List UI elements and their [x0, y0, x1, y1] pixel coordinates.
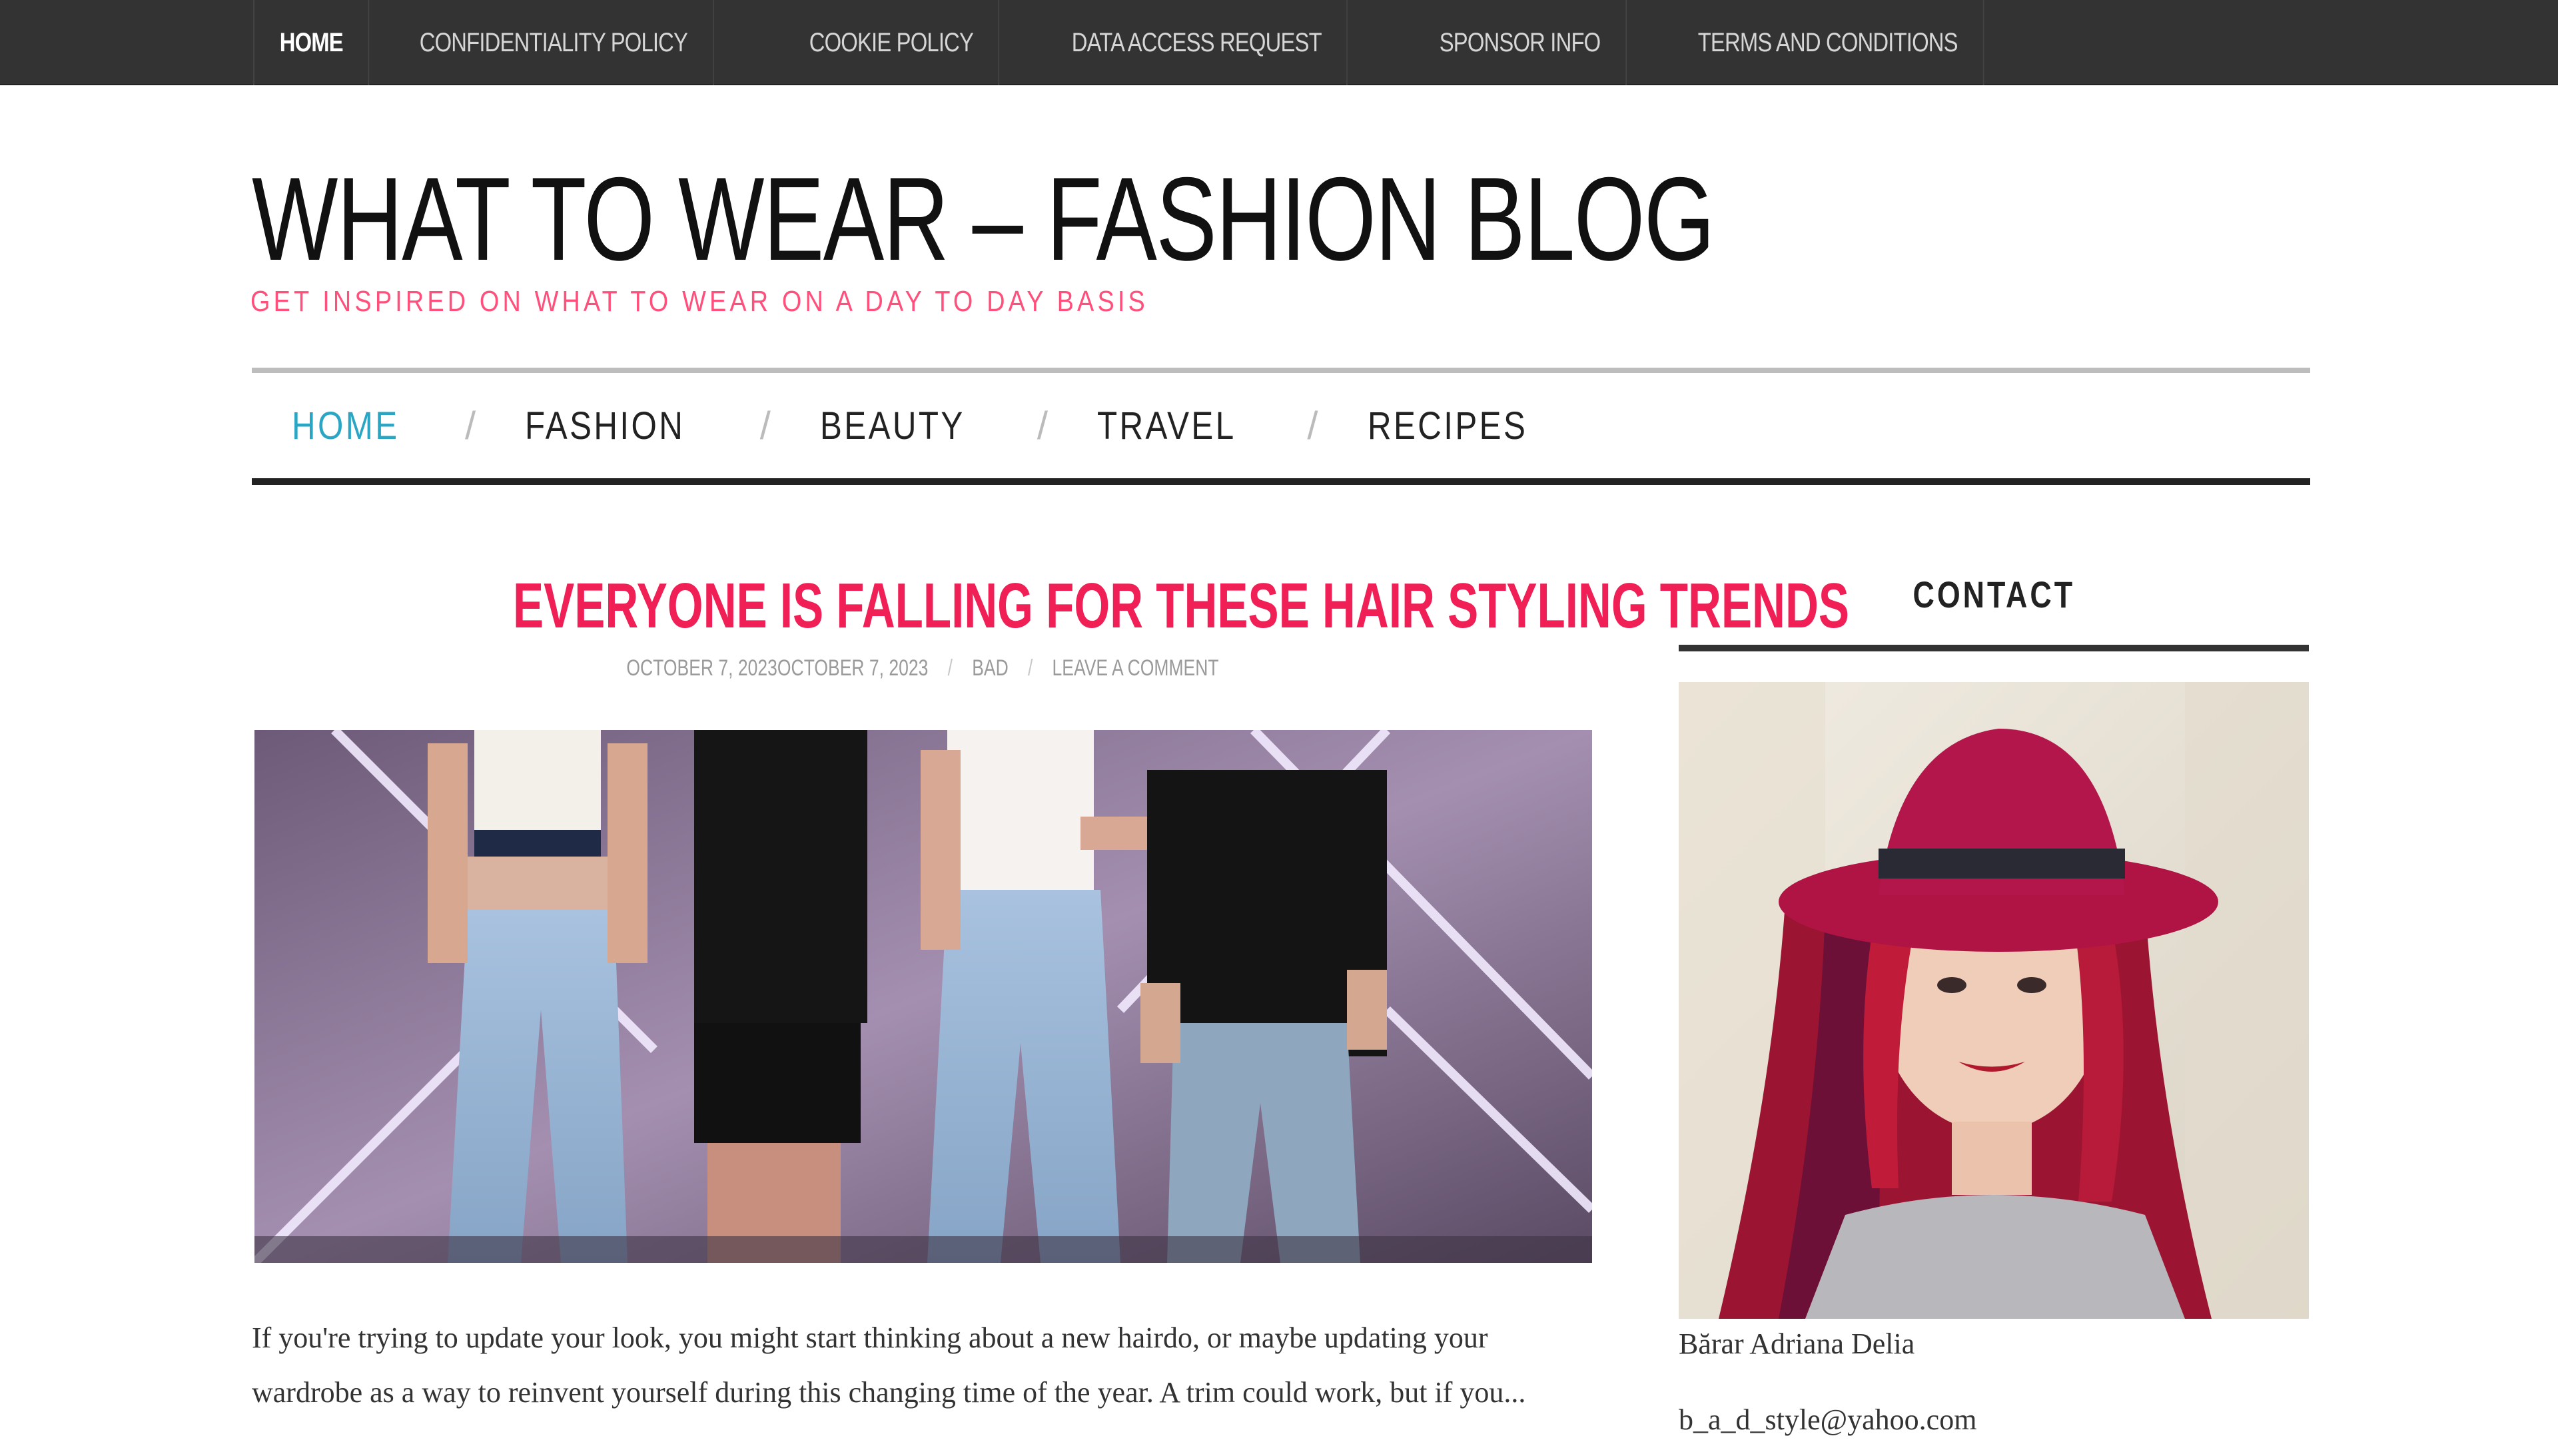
post-title-text[interactable]: EVERYONE IS FALLING FOR THESE HAIR STYLI…	[513, 574, 1849, 638]
post-author[interactable]: BAD	[972, 655, 1009, 681]
featured-image-illustration	[254, 730, 1592, 1263]
nav-item-fashion[interactable]: FASHION	[525, 404, 685, 448]
post-title[interactable]: EVERYONE IS FALLING FOR THESE HAIR STYLI…	[253, 574, 1849, 638]
nav-separator: /	[1037, 404, 1051, 448]
nav-separator: /	[759, 404, 773, 448]
nav-item-recipes[interactable]: RECIPES	[1368, 404, 1527, 448]
top-menu-terms-and-conditions[interactable]: TERMS AND CONDITIONS	[1673, 0, 1984, 85]
meta-separator: /	[947, 655, 953, 681]
top-menu-confidentiality-policy[interactable]: CONFIDENTIALITY POLICY	[394, 0, 714, 85]
nav-separator: /	[1307, 404, 1321, 448]
top-menu-sponsor-info[interactable]: SPONSOR INFO	[1414, 0, 1627, 85]
nav-separator: /	[465, 404, 479, 448]
nav-item-home[interactable]: HOME	[292, 404, 400, 448]
contact-photo-illustration	[1679, 682, 2309, 1319]
contact-email[interactable]: b_a_d_style@yahoo.com	[1679, 1403, 1976, 1437]
main-nav: HOME / FASHION / BEAUTY / TRAVEL / RECIP…	[252, 368, 2310, 485]
meta-separator: /	[1027, 655, 1033, 681]
nav-item-beauty[interactable]: BEAUTY	[820, 404, 965, 448]
top-menu-cookie-policy[interactable]: COOKIE POLICY	[784, 0, 1000, 85]
leave-comment-link[interactable]: LEAVE A COMMENT	[1053, 655, 1219, 681]
top-bar: HOME CONFIDENTIALITY POLICY COOKIE POLIC…	[0, 0, 2558, 85]
top-menu-home[interactable]: HOME	[254, 0, 370, 85]
contact-widget-title: CONTACT	[1679, 573, 2309, 651]
post-date[interactable]: OCTOBER 7, 2023OCTOBER 7, 2023	[626, 655, 928, 681]
top-menu-data-access-request[interactable]: DATA ACCESS REQUEST	[1047, 0, 1348, 85]
post-meta: OCTOBER 7, 2023OCTOBER 7, 2023 / BAD / L…	[253, 655, 1592, 681]
post-excerpt: If you're trying to update your look, yo…	[252, 1321, 1526, 1409]
post-featured-image[interactable]	[254, 730, 1592, 1263]
site-title[interactable]: WHAT TO WEAR – FASHION BLOG	[252, 160, 1715, 278]
site-tagline: GET INSPIRED ON WHAT TO WEAR ON A DAY TO…	[250, 285, 1148, 318]
contact-name: Bărar Adriana Delia	[1679, 1327, 1915, 1360]
top-menu: HOME CONFIDENTIALITY POLICY COOKIE POLIC…	[253, 0, 2052, 85]
contact-widget-title-text: CONTACT	[1913, 573, 2075, 615]
nav-item-travel[interactable]: TRAVEL	[1097, 404, 1236, 448]
contact-photo	[1679, 682, 2309, 1319]
